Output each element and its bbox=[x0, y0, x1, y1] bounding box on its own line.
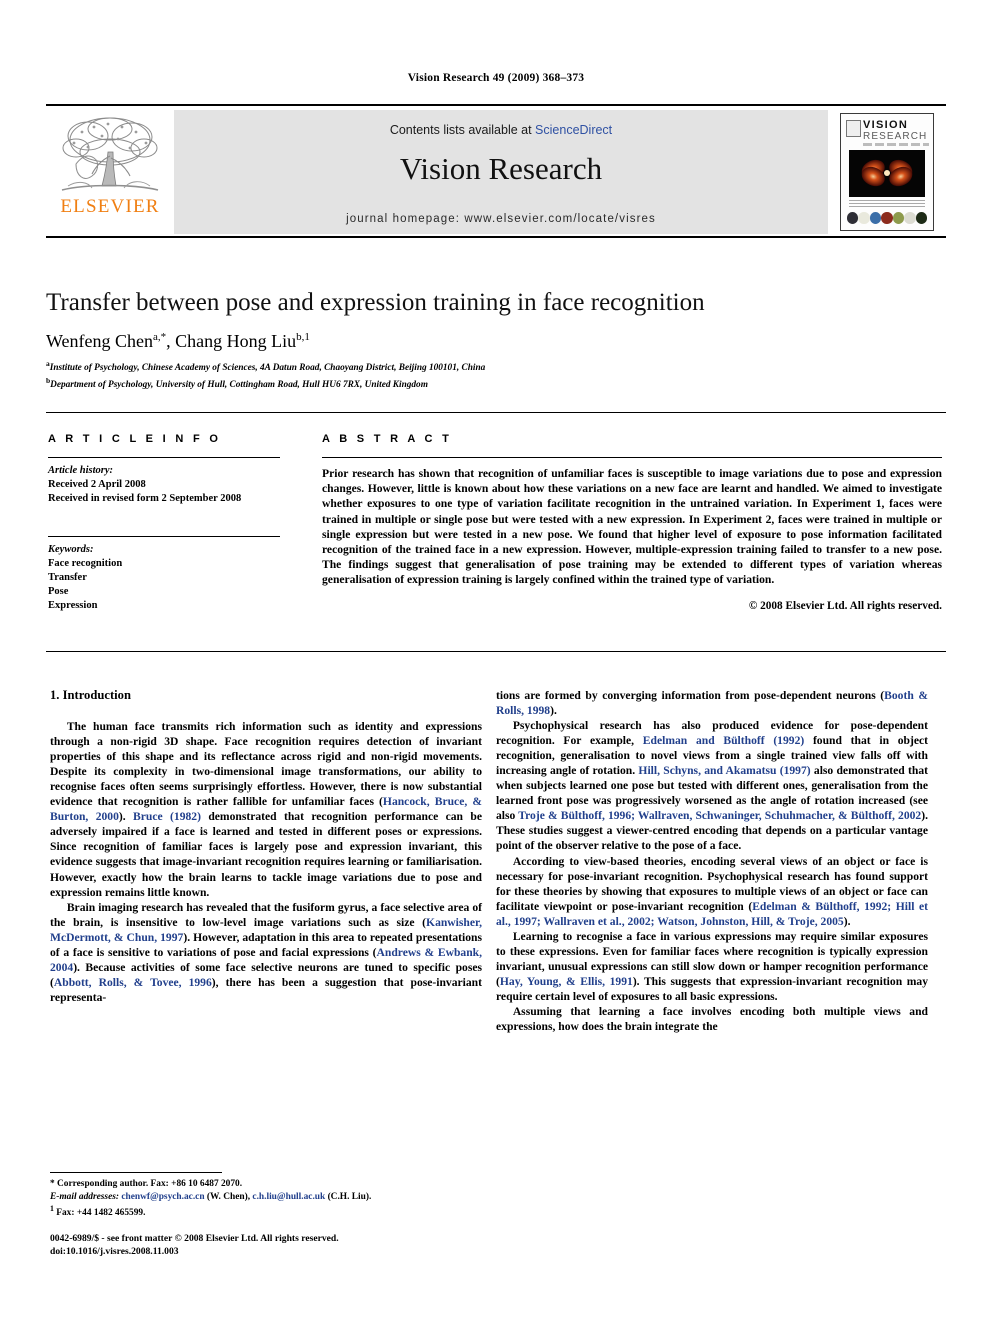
left-paragraphs: The human face transmits rich informatio… bbox=[50, 719, 482, 1005]
abstract-copyright: © 2008 Elsevier Ltd. All rights reserved… bbox=[748, 599, 942, 612]
footnote-corresponding-author: * Corresponding author. Fax: +86 10 6487… bbox=[50, 1179, 243, 1189]
author-list: Wenfeng Chena,*, Chang Hong Liub,1 bbox=[46, 331, 310, 351]
footnote-separator bbox=[50, 1172, 222, 1173]
elsevier-wordmark: ELSEVIER bbox=[60, 196, 160, 217]
keywords-label: Keywords: bbox=[48, 544, 94, 555]
author-marks-0: a,* bbox=[153, 331, 167, 343]
email-addresses-label: E-mail addresses: bbox=[50, 1191, 120, 1202]
body-text: Brain imaging research has revealed that… bbox=[50, 900, 482, 929]
cover-thumbnail-strip bbox=[847, 211, 927, 225]
running-head: Vision Research 49 (2009) 368–373 bbox=[407, 72, 585, 84]
contents-prefix: Contents lists available at bbox=[389, 123, 536, 137]
body-paragraph: Psychophysical research has also produce… bbox=[496, 718, 928, 853]
cover-subtitle-bar bbox=[863, 143, 929, 146]
section-heading-introduction: 1. Introduction bbox=[50, 688, 131, 702]
elsevier-tree-icon bbox=[61, 117, 159, 191]
email-owner-chen: (W. Chen) bbox=[206, 1191, 248, 1202]
body-text: tions are formed by converging informati… bbox=[496, 689, 885, 702]
footnote-note-1: 1 Fax: +44 1482 465599. bbox=[50, 1203, 482, 1220]
keyword-item: Expression bbox=[48, 600, 98, 611]
info-abstract-band: A R T I C L E I N F O A B S T R A C T Ar… bbox=[46, 412, 946, 652]
article-history-item: Received in revised form 2 September 200… bbox=[48, 493, 242, 504]
email-owner-liu: (C.H. Liu) bbox=[327, 1191, 369, 1202]
journal-cover-thumbnail: VISION RESEARCH bbox=[828, 108, 946, 236]
keyword-item: Face recognition bbox=[48, 558, 123, 569]
cover-title-line1: VISION bbox=[863, 119, 909, 131]
page-title: Transfer between pose and expression tra… bbox=[46, 289, 705, 316]
abstract-text: Prior research has shown that recognitio… bbox=[322, 467, 942, 587]
author-name-1: Chang Hong Liu bbox=[175, 331, 297, 351]
email-link-chen[interactable]: chenwf@psych.ac.cn bbox=[121, 1192, 204, 1202]
body-paragraph: According to view-based theories, encodi… bbox=[496, 854, 928, 929]
citation-link[interactable]: Abbott, Rolls, & Tovee, 1996 bbox=[54, 976, 212, 989]
affiliation-text-0: Institute of Psychology, Chinese Academy… bbox=[49, 363, 486, 374]
article-info-column: Article history: Received 2 April 2008 R… bbox=[48, 457, 280, 613]
footnote-block: * Corresponding author. Fax: +86 10 6487… bbox=[50, 1178, 482, 1220]
sciencedirect-link[interactable]: ScienceDirect bbox=[535, 123, 612, 137]
citation-link[interactable]: Hay, Young, & Ellis, 1991 bbox=[500, 975, 633, 988]
email-link-liu[interactable]: c.h.liu@hull.ac.uk bbox=[252, 1192, 325, 1202]
author-marks-1: b,1 bbox=[296, 331, 310, 343]
journal-banner: Contents lists available at ScienceDirec… bbox=[174, 110, 828, 234]
body-text: ). bbox=[843, 914, 851, 928]
paper-page: Vision Research 49 (2009) 368–373 ELSEVI… bbox=[0, 0, 992, 1323]
journal-homepage[interactable]: journal homepage: www.elsevier.com/locat… bbox=[174, 213, 828, 225]
affiliation-text-1: Department of Psychology, University of … bbox=[50, 379, 428, 390]
cover-artwork bbox=[849, 150, 925, 197]
body-text: demonstrated that recognition performanc… bbox=[50, 810, 482, 899]
body-paragraph: Brain imaging research has revealed that… bbox=[50, 900, 482, 1005]
body-text: ). bbox=[118, 810, 134, 824]
cover-caption-lines bbox=[849, 200, 925, 208]
affiliation-list: aInstitute of Psychology, Chinese Academ… bbox=[46, 358, 926, 391]
footnote-email-line: E-mail addresses: chenwf@psych.ac.cn (W.… bbox=[50, 1191, 372, 1202]
abstract-column: Prior research has shown that recognitio… bbox=[322, 457, 942, 612]
body-paragraph: Learning to recognise a face in various … bbox=[496, 929, 928, 1004]
article-history-block: Article history: Received 2 April 2008 R… bbox=[48, 457, 280, 506]
article-history-label: Article history: bbox=[48, 465, 114, 476]
body-paragraph: The human face transmits rich informatio… bbox=[50, 719, 482, 900]
contents-available-line: Contents lists available at ScienceDirec… bbox=[174, 123, 828, 137]
body-paragraph: tions are formed by converging informati… bbox=[496, 688, 928, 718]
imprint-block: 0042-6989/$ - see front matter © 2008 El… bbox=[50, 1232, 550, 1258]
journal-masthead: ELSEVIER Contents lists available at Sci… bbox=[46, 104, 946, 238]
article-history-item: Received 2 April 2008 bbox=[48, 479, 146, 490]
citation-link[interactable]: Edelman and Bülthoff (1992) bbox=[643, 734, 804, 747]
footnote-note-1-text: Fax: +44 1482 465599. bbox=[56, 1208, 146, 1219]
keyword-item: Pose bbox=[48, 586, 69, 597]
body-text: ). bbox=[550, 704, 557, 718]
affiliation-row: aInstitute of Psychology, Chinese Academ… bbox=[46, 358, 926, 375]
footnote-mark-1: 1 bbox=[50, 1204, 54, 1214]
author-name-0: Wenfeng Chen bbox=[46, 331, 154, 351]
keyword-item: Transfer bbox=[48, 572, 87, 583]
imprint-line-2: doi:10.1016/j.visres.2008.11.003 bbox=[50, 1246, 179, 1257]
affiliation-row: bDepartment of Psychology, University of… bbox=[46, 375, 926, 392]
cover-artwork-icon bbox=[849, 150, 925, 197]
article-info-heading: A R T I C L E I N F O bbox=[48, 433, 222, 445]
elsevier-logo: ELSEVIER bbox=[46, 108, 174, 236]
keywords-block: Keywords: Face recognition Transfer Pose… bbox=[48, 536, 280, 613]
imprint-line-1: 0042-6989/$ - see front matter © 2008 El… bbox=[50, 1233, 339, 1244]
citation-link[interactable]: Hill, Schyns, and Akamatsu (1997) bbox=[638, 764, 810, 777]
right-paragraphs: tions are formed by converging informati… bbox=[496, 688, 928, 1034]
cover-title-line2: RESEARCH bbox=[863, 131, 928, 142]
body-column-left: 1. Introduction The human face transmits… bbox=[50, 688, 482, 1005]
cover-society-badge-icon bbox=[846, 120, 861, 137]
citation-link[interactable]: Troje & Bülthoff, 1996; Wallraven, Schwa… bbox=[518, 809, 921, 822]
body-column-right: tions are formed by converging informati… bbox=[496, 688, 928, 1034]
citation-link[interactable]: Bruce (1982) bbox=[133, 810, 201, 823]
journal-title: Vision Research bbox=[399, 151, 603, 186]
abstract-heading: A B S T R A C T bbox=[322, 433, 453, 445]
body-paragraph: Assuming that learning a face involves e… bbox=[496, 1004, 928, 1034]
body-text: Assuming that learning a face involves e… bbox=[496, 1004, 928, 1034]
